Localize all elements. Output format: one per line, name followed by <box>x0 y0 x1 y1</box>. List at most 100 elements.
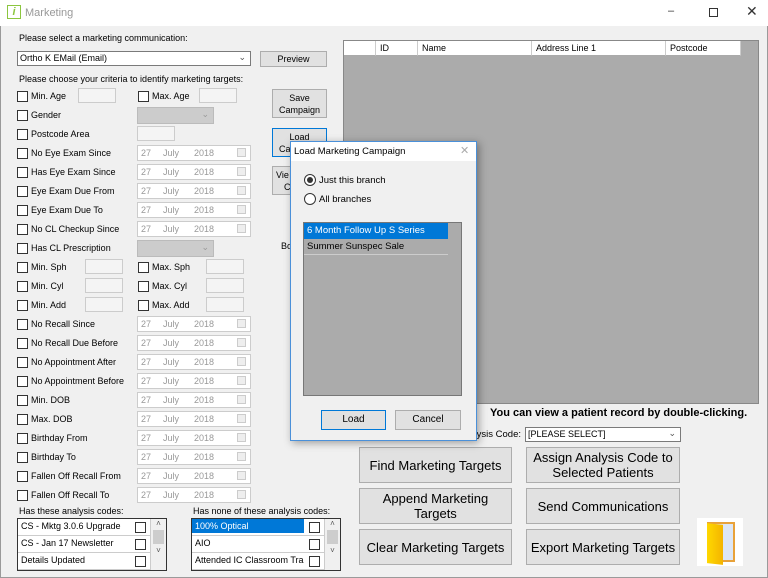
criteria-max-checkbox[interactable] <box>138 281 149 292</box>
append-targets-button[interactable]: Append Marketing Targets <box>359 488 512 524</box>
criteria-max-input[interactable] <box>206 259 244 274</box>
criteria-combo[interactable]: ⌄ <box>137 107 214 124</box>
scrollbar[interactable]: ˄ ˅ <box>151 519 166 570</box>
analysis-code-checkbox[interactable] <box>135 556 146 567</box>
export-targets-button[interactable]: Export Marketing Targets <box>526 529 680 565</box>
criteria-checkbox[interactable] <box>17 281 28 292</box>
analysis-code-checkbox[interactable] <box>135 539 146 550</box>
criteria-checkbox[interactable] <box>17 129 28 140</box>
criteria-label: No CL Checkup Since <box>31 224 120 234</box>
dialog-cancel-button[interactable]: Cancel <box>395 410 461 430</box>
criteria-checkbox[interactable] <box>17 338 28 349</box>
criteria-date-picker[interactable]: 27 July 2018 <box>137 316 251 332</box>
analysis-code-item[interactable]: CS - Jan 17 Newsletter <box>18 536 151 553</box>
criteria-date-picker[interactable]: 27 July 2018 <box>137 468 251 484</box>
criteria-date-picker[interactable]: 27 July 2018 <box>137 202 251 218</box>
maximize-button[interactable] <box>709 8 718 17</box>
has-codes-list[interactable]: CS - Mktg 3.0.6 Upgrade CS - Jan 17 Newsl… <box>17 518 167 571</box>
analysis-code-item[interactable]: AIO <box>192 536 325 553</box>
none-codes-label: Has none of these analysis codes: <box>193 506 331 516</box>
criteria-checkbox[interactable] <box>17 224 28 235</box>
criteria-max-checkbox[interactable] <box>138 300 149 311</box>
criteria-date-picker[interactable]: 27 July 2018 <box>137 487 251 503</box>
criteria-checkbox[interactable] <box>17 452 28 463</box>
analysis-code-item[interactable]: Details Updated <box>18 553 151 570</box>
criteria-min-input[interactable] <box>85 297 123 312</box>
send-communications-button[interactable]: Send Communications <box>526 488 680 524</box>
analysis-code-checkbox[interactable] <box>135 522 146 533</box>
criteria-date-picker[interactable]: 27 July 2018 <box>137 411 251 427</box>
criteria-input[interactable] <box>137 126 175 141</box>
criteria-checkbox[interactable] <box>17 414 28 425</box>
criteria-checkbox[interactable] <box>17 300 28 311</box>
dialog-load-button[interactable]: Load <box>321 410 386 430</box>
criteria-checkbox[interactable] <box>17 243 28 254</box>
none-codes-list[interactable]: 100% Optical AIO Attended IC Classroom Tra… <box>191 518 341 571</box>
criteria-date-picker[interactable]: 27 July 2018 <box>137 221 251 237</box>
criteria-checkbox[interactable] <box>17 110 28 121</box>
criteria-date-picker[interactable]: 27 July 2018 <box>137 183 251 199</box>
criteria-checkbox[interactable] <box>17 357 28 368</box>
criteria-max-input[interactable] <box>206 297 244 312</box>
criteria-max-input[interactable] <box>206 278 244 293</box>
analysis-code-item[interactable]: Attended IC Classroom Traini... <box>192 553 325 570</box>
scrollbar[interactable]: ˄ ˅ <box>325 519 340 570</box>
criteria-combo[interactable]: ⌄ <box>137 240 214 257</box>
grid-header-address[interactable]: Address Line 1 <box>532 41 666 56</box>
criteria-checkbox[interactable] <box>17 148 28 159</box>
criteria-date-picker[interactable]: 27 July 2018 <box>137 164 251 180</box>
analysis-code-checkbox[interactable] <box>309 556 320 567</box>
criteria-date-picker[interactable]: 27 July 2018 <box>137 145 251 161</box>
criteria-max-checkbox[interactable] <box>138 262 149 273</box>
criteria-checkbox[interactable] <box>17 91 28 102</box>
analysis-code-select[interactable]: [PLEASE SELECT] ⌄ <box>525 427 681 442</box>
criteria-min-input[interactable] <box>85 278 123 293</box>
criteria-label: Please choose your criteria to identify … <box>19 74 244 84</box>
communication-select[interactable]: Ortho K EMail (Email) ⌄ <box>17 51 251 66</box>
criteria-checkbox[interactable] <box>17 205 28 216</box>
criteria-checkbox[interactable] <box>17 319 28 330</box>
criteria-min-input[interactable] <box>78 88 116 103</box>
criteria-checkbox[interactable] <box>17 262 28 273</box>
criteria-date-picker[interactable]: 27 July 2018 <box>137 373 251 389</box>
close-icon[interactable]: ✕ <box>460 144 469 157</box>
criteria-date-picker[interactable]: 27 July 2018 <box>137 430 251 446</box>
campaign-item[interactable]: Summer Sunspec Sale <box>304 239 448 255</box>
analysis-code-checkbox[interactable] <box>309 539 320 550</box>
criteria-date-picker[interactable]: 27 July 2018 <box>137 449 251 465</box>
radio-just-this-branch[interactable] <box>304 174 316 186</box>
clear-targets-button[interactable]: Clear Marketing Targets <box>359 529 512 565</box>
exit-door-icon[interactable] <box>697 518 743 566</box>
criteria-max-label: Max. Age <box>152 91 190 101</box>
analysis-code-item[interactable]: CS - Mktg 3.0.6 Upgrade <box>18 519 151 536</box>
grid-header-postcode[interactable]: Postcode <box>666 41 741 56</box>
grid-header-id[interactable]: ID <box>376 41 418 56</box>
analysis-code-checkbox[interactable] <box>309 522 320 533</box>
grid-header-name[interactable]: Name <box>418 41 532 56</box>
criteria-max-input[interactable] <box>199 88 237 103</box>
criteria-checkbox[interactable] <box>17 186 28 197</box>
criteria-max-checkbox[interactable] <box>138 91 149 102</box>
preview-button[interactable]: Preview <box>260 51 327 67</box>
criteria-date-picker[interactable]: 27 July 2018 <box>137 335 251 351</box>
criteria-checkbox[interactable] <box>17 490 28 501</box>
radio-all-branches[interactable] <box>304 193 316 205</box>
criteria-checkbox[interactable] <box>17 433 28 444</box>
criteria-date-picker[interactable]: 27 July 2018 <box>137 354 251 370</box>
campaign-item[interactable]: 6 Month Follow Up S Series <box>304 223 448 239</box>
campaign-list[interactable]: 6 Month Follow Up S Series Summer Sunspe… <box>303 222 462 396</box>
criteria-checkbox[interactable] <box>17 395 28 406</box>
criteria-date-picker[interactable]: 27 July 2018 <box>137 392 251 408</box>
criteria-checkbox[interactable] <box>17 471 28 482</box>
criteria-checkbox[interactable] <box>17 167 28 178</box>
calendar-icon <box>237 186 246 195</box>
criteria-checkbox[interactable] <box>17 376 28 387</box>
criteria-min-input[interactable] <box>85 259 123 274</box>
find-targets-button[interactable]: Find Marketing Targets <box>359 447 512 483</box>
minimize-button[interactable]: – <box>665 5 677 17</box>
save-campaign-button[interactable]: Save Campaign <box>272 89 327 118</box>
grid-header-select[interactable] <box>344 41 376 56</box>
analysis-code-item[interactable]: 100% Optical <box>192 519 325 536</box>
close-button[interactable]: ✕ <box>746 3 758 20</box>
assign-analysis-button[interactable]: Assign Analysis Code to Selected Patient… <box>526 447 680 483</box>
